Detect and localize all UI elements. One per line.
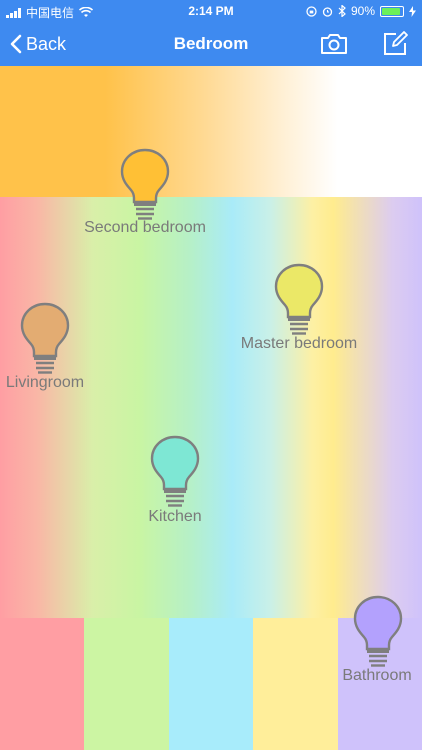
lightbulb-icon (20, 302, 70, 374)
back-label: Back (26, 33, 67, 54)
lightbulb-icon (274, 263, 324, 335)
light-canvas[interactable]: Second bedroom Master bedroom Livingroom (0, 66, 422, 750)
room-label: Livingroom (5, 374, 85, 391)
bluetooth-icon (338, 5, 346, 17)
battery-icon (380, 5, 404, 17)
status-bar: 中国电信 2:14 PM 90% (0, 0, 422, 22)
gradient-top (0, 66, 422, 197)
charging-icon (409, 5, 416, 17)
status-right: 90% (306, 4, 416, 18)
rotation-lock-icon (306, 5, 317, 17)
battery-level (382, 7, 400, 15)
chevron-left-icon (10, 34, 22, 54)
battery-percent: 90% (350, 4, 375, 18)
alarm-icon (322, 6, 333, 17)
swatch-green[interactable] (84, 618, 169, 750)
room-label: Master bedroom (240, 335, 358, 352)
camera-icon[interactable] (320, 32, 348, 56)
room-label: Second bedroom (84, 219, 206, 236)
gradient-spectrum (0, 197, 422, 618)
bulb-kitchen[interactable] (150, 435, 200, 519)
swatch-red[interactable] (0, 618, 85, 750)
lightbulb-icon (150, 435, 200, 507)
room-label: Kitchen (148, 508, 202, 525)
swatch-blue[interactable] (168, 618, 254, 750)
lightbulb-icon (353, 595, 403, 667)
navigation-bar: Back Bedroom (0, 22, 422, 66)
lightbulb-icon (120, 148, 170, 220)
edit-icon[interactable] (382, 31, 408, 57)
room-label: Bathroom (342, 667, 412, 684)
swatch-yellow[interactable] (253, 618, 338, 750)
back-button[interactable]: Back (10, 22, 66, 66)
